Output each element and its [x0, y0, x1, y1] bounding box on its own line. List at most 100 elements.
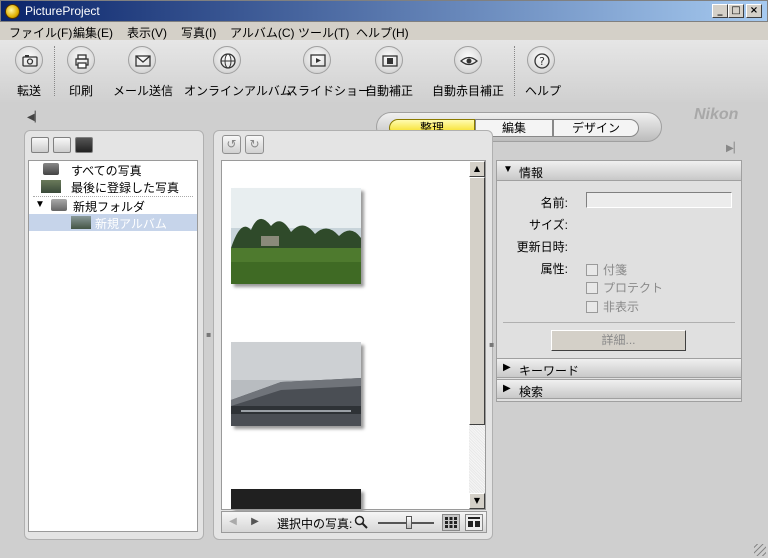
app-icon: [5, 4, 20, 19]
globe-icon: [213, 46, 241, 74]
menu-view[interactable]: 表示(V): [127, 24, 167, 41]
scroll-down-icon[interactable]: ▼: [469, 493, 485, 509]
checkbox-icon: [586, 301, 598, 313]
menu-file[interactable]: ファイル(F): [9, 24, 72, 41]
section-title: キーワード: [519, 364, 580, 378]
zoom-slider-knob[interactable]: [405, 516, 412, 529]
protect-checkbox[interactable]: プロテクト: [586, 279, 663, 296]
title-bar[interactable]: PictureProject _ □ ×: [0, 0, 768, 22]
menu-tools[interactable]: ツール(T): [298, 24, 349, 41]
prev-icon[interactable]: ◀: [224, 514, 242, 530]
maximize-button[interactable]: □: [728, 4, 744, 18]
tree-item-label: 最後に登録した写真: [71, 181, 180, 195]
section-title: 検索: [519, 385, 544, 399]
eye-icon: [454, 46, 482, 74]
tree-item-last-registered[interactable]: 最後に登録した写真: [29, 178, 197, 195]
tree-item-new-folder[interactable]: ▼ 新規フォルダ: [29, 197, 197, 214]
details-button[interactable]: 詳細...: [551, 330, 686, 351]
collapse-left-icon[interactable]: ◀▏: [27, 112, 42, 123]
print-label: 印刷: [68, 84, 93, 98]
camera-icon: [15, 46, 43, 74]
slideshow-button[interactable]: スライドショー: [286, 46, 370, 99]
question-icon: ?: [527, 46, 555, 74]
online-album-button[interactable]: オンラインアルバム: [184, 46, 292, 99]
size-label: サイズ:: [529, 218, 568, 232]
checkbox-label: 付箋: [603, 263, 628, 277]
toolbar-separator: [54, 46, 55, 96]
auto-redeye-button[interactable]: 自動赤目補正: [431, 46, 505, 99]
auto-enhance-label: 自動補正: [365, 84, 414, 98]
checkbox-icon: [586, 282, 598, 294]
rotate-right-icon[interactable]: ↻: [245, 135, 264, 154]
email-button[interactable]: メール送信: [113, 46, 174, 99]
album-view-icon[interactable]: [75, 137, 93, 153]
splitter-handle[interactable]: ▪: [489, 340, 494, 349]
printer-icon: [67, 46, 95, 74]
folder-icon: [51, 199, 67, 211]
keyword-section-header[interactable]: ▶ キーワード: [497, 358, 741, 378]
menu-edit[interactable]: 編集(E): [73, 24, 113, 41]
brand-logo: Nikon: [694, 106, 739, 123]
menu-help[interactable]: ヘルプ(H): [356, 24, 409, 41]
auto-redeye-label: 自動赤目補正: [431, 84, 504, 98]
checkbox-label: 非表示: [603, 300, 640, 314]
collapse-arrow-icon: ▼: [503, 164, 513, 175]
online-album-label: オンラインアルバム: [184, 84, 292, 98]
scroll-thumb[interactable]: [469, 177, 485, 425]
hidden-checkbox[interactable]: 非表示: [586, 298, 639, 315]
photo-thumbnail[interactable]: [231, 188, 361, 284]
menu-bar: ファイル(F) 編集(E) 表示(V) 写真(I) アルバム(C) ツール(T)…: [0, 22, 768, 40]
new-album-icon[interactable]: [53, 137, 71, 153]
album-thumbnail-icon: [71, 216, 91, 229]
checkbox-icon: [586, 264, 598, 276]
info-section-header[interactable]: ▼ 情報: [497, 161, 741, 181]
svg-text:?: ?: [539, 55, 545, 68]
help-button[interactable]: ? ヘルプ: [525, 46, 562, 99]
auto-enhance-button[interactable]: 自動補正: [365, 46, 413, 99]
splitter-handle[interactable]: ▪: [206, 330, 211, 339]
modified-label: 更新日時:: [516, 240, 568, 254]
recent-photos-icon: [41, 180, 61, 193]
tree-item-label: すべての写真: [71, 164, 142, 178]
resize-grip[interactable]: [754, 544, 766, 556]
email-label: メール送信: [113, 84, 174, 98]
menu-photo[interactable]: 写真(I): [181, 24, 216, 41]
photo-thumbnail[interactable]: [231, 489, 361, 509]
film-icon: [375, 46, 403, 74]
tree-item-new-album[interactable]: 新規アルバム: [29, 214, 197, 231]
attributes-label: 属性:: [540, 262, 568, 276]
tree-item-all-photos[interactable]: すべての写真: [29, 161, 197, 178]
help-label: ヘルプ: [525, 84, 562, 98]
rotate-left-icon[interactable]: ↺: [222, 135, 241, 154]
expand-arrow-icon: ▶: [503, 362, 511, 373]
tree-item-label: 新規フォルダ: [73, 200, 146, 214]
zoom-icon: [354, 515, 368, 529]
folder-open-icon[interactable]: [31, 137, 49, 153]
search-section-header[interactable]: ▶ 検索: [497, 379, 741, 399]
expand-arrow-icon[interactable]: ▼: [35, 199, 45, 210]
sticky-checkbox[interactable]: 付箋: [586, 261, 627, 278]
menu-album[interactable]: アルバム(C): [230, 24, 295, 41]
grid-view-icon[interactable]: [442, 514, 460, 531]
viewer-scrollbar[interactable]: ▲ ▼: [469, 161, 485, 509]
toolbar: 転送 印刷 メール送信 オンラインアルバム スライドショー 自動補正 自動赤目補…: [0, 40, 768, 102]
tree-item-label: 新規アルバム: [95, 217, 167, 231]
expand-right-icon[interactable]: ▶▏: [726, 143, 741, 154]
close-button[interactable]: ×: [746, 4, 762, 18]
name-field[interactable]: [586, 192, 732, 208]
tab-design[interactable]: デザイン: [553, 119, 639, 137]
scroll-up-icon[interactable]: ▲: [469, 161, 485, 177]
divider: [503, 322, 735, 323]
selected-photos-label: 選択中の写真:: [277, 517, 353, 531]
transfer-button[interactable]: 転送: [14, 46, 44, 99]
window-title: PictureProject: [25, 4, 100, 18]
photo-thumbnail[interactable]: [231, 342, 361, 426]
print-button[interactable]: 印刷: [66, 46, 96, 99]
name-label: 名前:: [540, 196, 568, 210]
list-view-icon[interactable]: [465, 514, 483, 531]
expand-arrow-icon: ▶: [503, 383, 511, 394]
minimize-button[interactable]: _: [712, 4, 728, 18]
database-icon: [43, 163, 59, 175]
next-icon[interactable]: ▶: [246, 514, 264, 530]
checkbox-label: プロテクト: [603, 281, 664, 295]
